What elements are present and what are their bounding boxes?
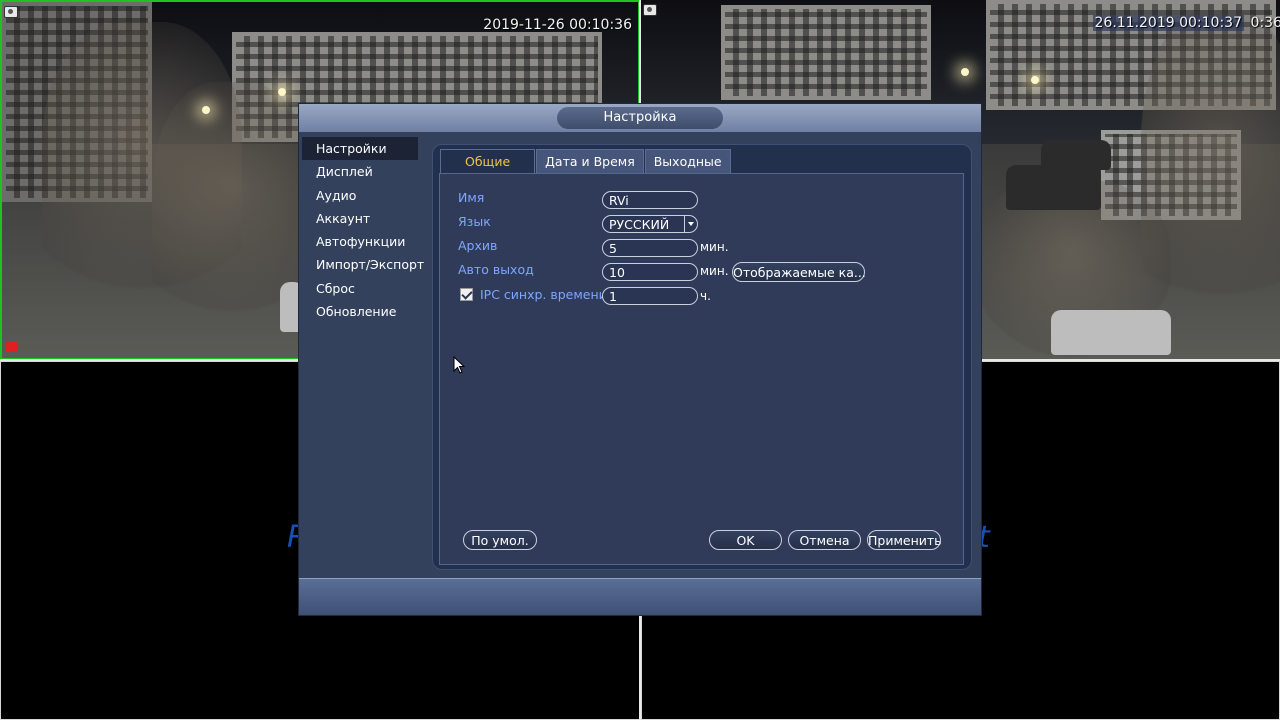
tab-bar: Общие Дата и Время Выходные [440, 149, 732, 174]
archive-input[interactable]: 5 [602, 239, 698, 257]
autologout-label: Авто выход [458, 262, 534, 277]
content-panel: Общие Дата и Время Выходные Имя RVi Язык… [432, 144, 972, 570]
autologout-unit: мин. [700, 264, 729, 278]
menu-item-autofunctions[interactable]: Автофункции [302, 230, 418, 253]
apply-button[interactable]: Применить [867, 530, 942, 550]
name-input[interactable]: RVi [602, 191, 698, 209]
chevron-down-icon[interactable] [684, 216, 697, 232]
autologout-input[interactable]: 10 [602, 263, 698, 281]
menu-item-display[interactable]: Дисплей [302, 160, 418, 183]
dialog-title: Настройка [557, 107, 723, 129]
dialog-footer [299, 578, 981, 615]
cancel-button[interactable]: Отмена [788, 530, 861, 550]
language-select[interactable]: РУССКИЙ [602, 215, 698, 233]
menu-item-settings[interactable]: Настройки [302, 137, 418, 161]
ipc-sync-unit: ч. [700, 289, 711, 303]
tab-date-time[interactable]: Дата и Время [536, 149, 644, 174]
menu-item-update[interactable]: Обновление [302, 300, 418, 323]
archive-label: Архив [458, 238, 498, 253]
settings-side-menu: Настройки Дисплей Аудио Аккаунт Автофунк… [302, 137, 424, 323]
camera-status-icon [643, 4, 657, 16]
dialog-titlebar[interactable]: Настройка [299, 104, 981, 132]
default-button[interactable]: По умол. [463, 530, 537, 550]
menu-item-account[interactable]: Аккаунт [302, 207, 418, 230]
name-label: Имя [458, 190, 485, 205]
language-label: Язык [458, 214, 491, 229]
tab-general[interactable]: Общие [440, 149, 536, 174]
camera-timestamp: 26.11.2019 00:10:37 [1092, 15, 1244, 31]
language-select-value: РУССКИЙ [609, 217, 670, 232]
camera-timestamp: 2019-11-26 00:10:36 [483, 17, 632, 33]
menu-item-reset[interactable]: Сброс [302, 277, 418, 300]
ipc-sync-label: IPC синхр. времени [480, 287, 607, 302]
ipc-sync-checkbox[interactable] [460, 288, 473, 301]
menu-item-audio[interactable]: Аудио [302, 184, 418, 207]
camera-status-icon [4, 6, 18, 18]
settings-dialog: Настройка Настройки Дисплей Аудио Аккаун… [299, 104, 981, 615]
record-icon [6, 342, 18, 352]
ipc-sync-input[interactable]: 1 [602, 287, 698, 305]
tab-holidays[interactable]: Выходные [644, 149, 731, 174]
menu-item-import-export[interactable]: Импорт/Экспорт [302, 253, 424, 276]
archive-unit: мин. [700, 240, 729, 254]
ok-button[interactable]: OK [709, 530, 782, 550]
camera-timestamp-overlap: 0:36 [1250, 15, 1280, 31]
tab-body-general: Имя RVi Язык РУССКИЙ Архив 5 мин. Авто в… [439, 173, 964, 565]
displayed-channels-button[interactable]: Отображаемые ка... [732, 262, 866, 282]
